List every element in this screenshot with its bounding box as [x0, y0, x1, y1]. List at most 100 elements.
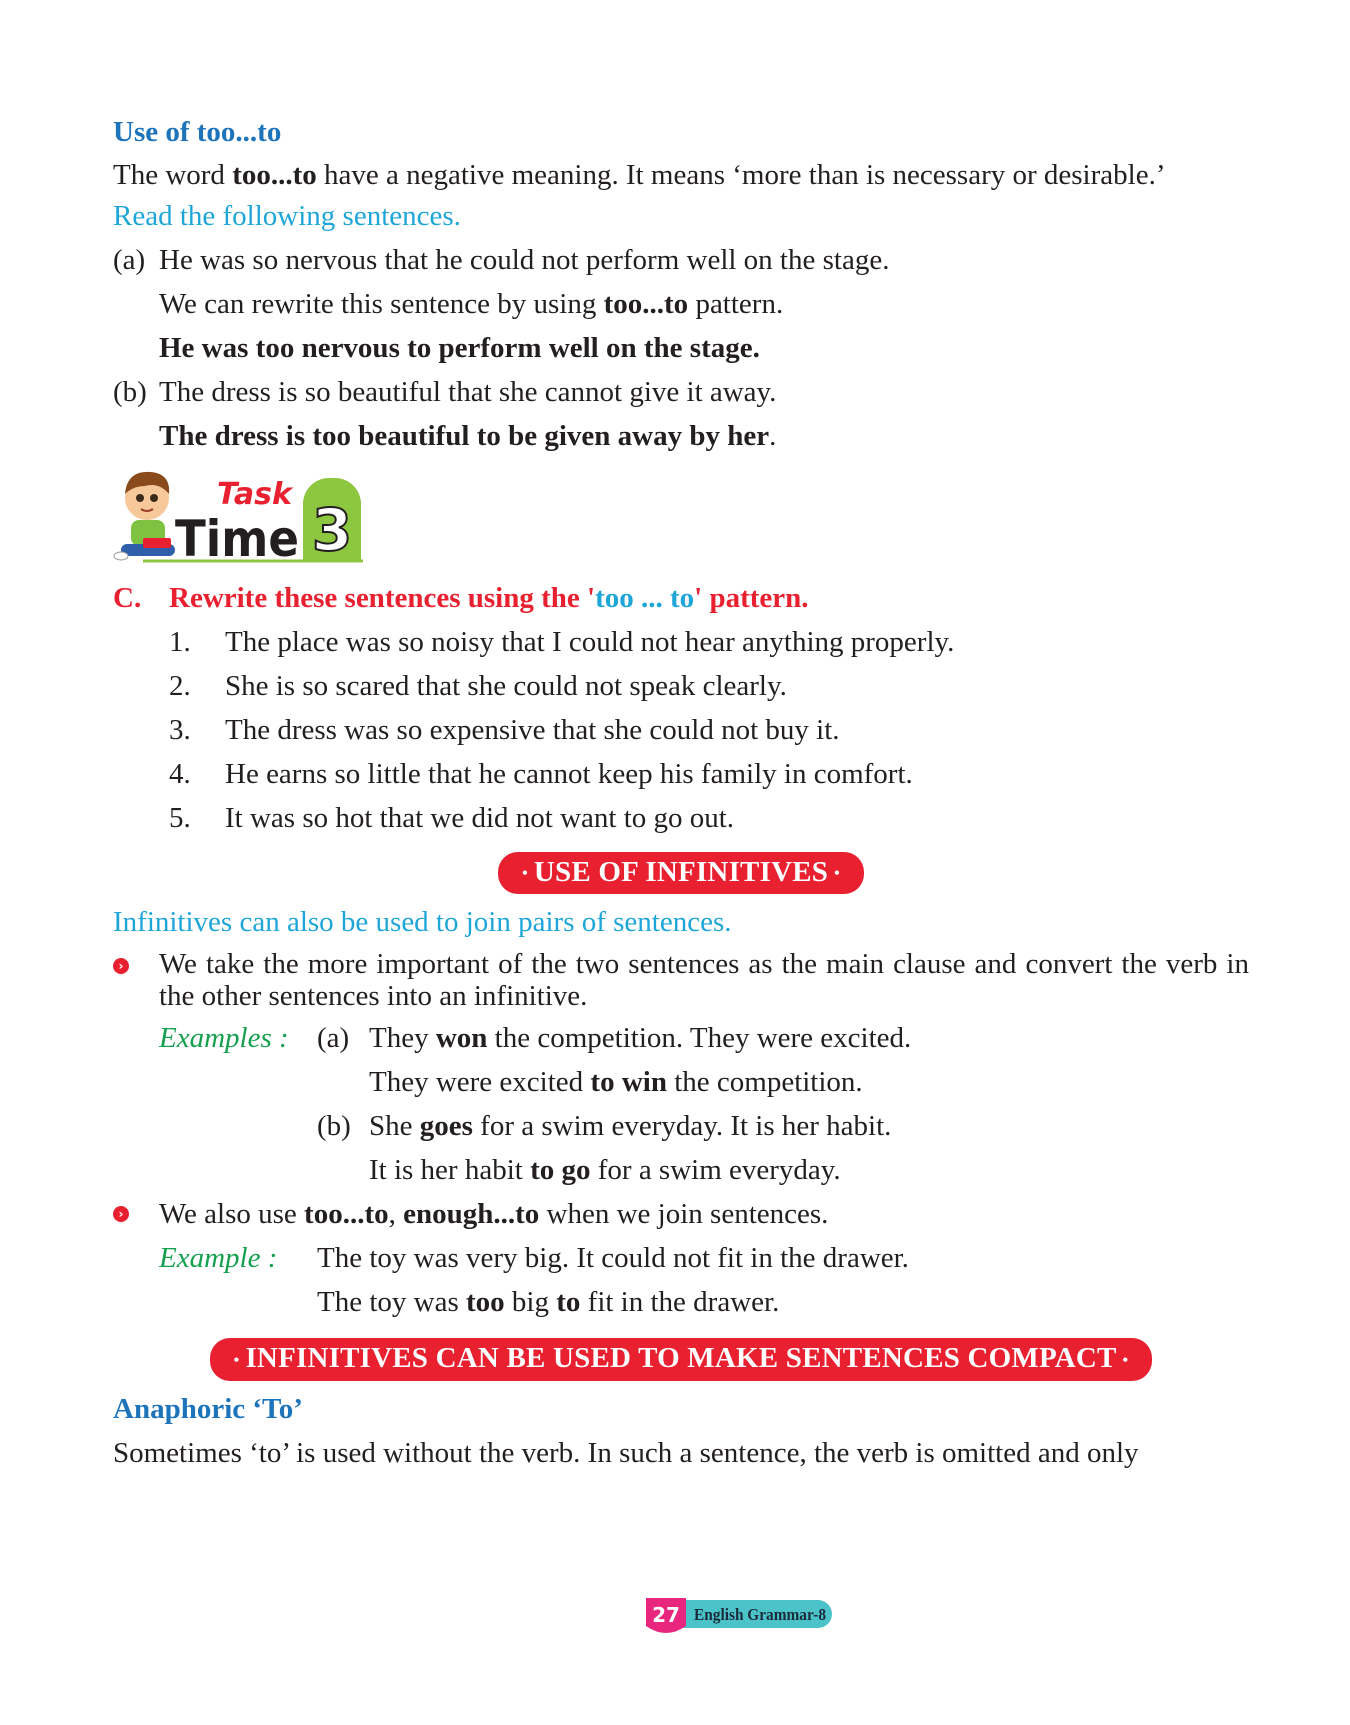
example-b-label: (b) [317, 1110, 351, 1143]
item-text: He earns so little that he cannot keep h… [225, 758, 913, 790]
infinitives-banner: • USE OF INFINITIVES • [113, 852, 1249, 895]
bullet-1-text: We take the more important of the two se… [159, 948, 1249, 1013]
bullet-arrow-icon: › [113, 948, 159, 1012]
ex-bold: to win [590, 1066, 667, 1099]
ex-text-rest: the competition. [666, 1066, 863, 1099]
rewrite-text: We can rewrite this sentence by using [159, 288, 604, 320]
ex-text: It is her habit [369, 1154, 531, 1187]
ex-bold: won [435, 1022, 488, 1055]
page-number: 27 [652, 1603, 680, 1627]
bullet-item-2: › We also use too...to, enough...to when… [113, 1192, 1249, 1236]
banner-text: INFINITIVES CAN BE USED TO MAKE SENTENCE… [245, 1342, 1117, 1375]
bullet-arrow-icon: › [113, 1192, 159, 1236]
page-footer: 27 English Grammar-8 [638, 1592, 838, 1636]
sentence-b: (b) The dress is so beautiful that she c… [113, 370, 1249, 414]
item-number: 4. [169, 758, 191, 790]
instruction-part-end: ' pattern. [694, 582, 809, 614]
bullet-2-bold: too...to [304, 1198, 389, 1231]
ex-text: They [369, 1022, 436, 1055]
item-number: 3. [169, 714, 191, 746]
instruction-pattern: too ... to [595, 582, 695, 614]
sentence-a: (a) He was so nervous that he could not … [113, 238, 1249, 282]
compact-banner: • INFINITIVES CAN BE USED TO MAKE SENTENC… [113, 1338, 1249, 1381]
item-number: 1. [169, 626, 191, 658]
list-item: 2. She is so scared that she could not sp… [169, 664, 1249, 708]
example-a-line2: They were excited to win the competition… [369, 1060, 1249, 1104]
list-item: 1. The place was so noisy that I could no… [169, 620, 1249, 664]
intro-paragraph: The word too...to have a negative meanin… [113, 158, 1249, 192]
example-label: Example : [159, 1242, 278, 1275]
ex-text-rest: for a swim everyday. [590, 1154, 841, 1187]
example-block: Example : The toy was very big. It could… [113, 1236, 1249, 1324]
task-word: Task [217, 477, 294, 512]
list-item: 5. It was so hot that we did not want to … [169, 796, 1249, 840]
ex-bold: to go [530, 1154, 591, 1187]
intro-text-rest: have a negative meaning. It means ‘more … [316, 159, 1166, 191]
task-number: 3 [312, 496, 352, 564]
sentence-a-result: He was too nervous to perform well on th… [113, 326, 1249, 370]
sentence-b-label: (b) [113, 376, 147, 408]
sentence-b-text: The dress is so beautiful that she canno… [159, 376, 777, 408]
exercise-instruction: C. Rewrite these sentences using the 'to… [113, 576, 1249, 620]
example-b-line2: It is her habit to go for a swim everyda… [369, 1148, 1249, 1192]
ex-text: She [369, 1110, 420, 1143]
sentence-b-result-text: The dress is too beautiful to be given a… [159, 420, 770, 452]
ex-text: big [504, 1286, 557, 1319]
item-text: She is so scared that she could not spea… [225, 670, 787, 702]
exercise-letter: C. [113, 582, 142, 614]
infinitives-subtitle: Infinitives can also be used to join pai… [113, 906, 732, 939]
example-b-line1: She goes for a swim everyday. It is her … [369, 1104, 1249, 1148]
list-item: 4. He earns so little that he cannot keep… [169, 752, 1249, 796]
example-a-line1: They won the competition. They were exci… [369, 1016, 1249, 1060]
sentence-a-result-text: He was too nervous to perform well on th… [159, 332, 760, 364]
ex-text-rest: the competition. They were excited. [487, 1022, 912, 1055]
sentence-a-rewrite: We can rewrite this sentence by using to… [113, 282, 1249, 326]
banner-pill: • USE OF INFINITIVES • [498, 852, 864, 895]
read-following-label: Read the following sentences. [113, 200, 461, 232]
instruction-part: Rewrite these sentences using the ' [169, 582, 596, 614]
footer-badge: 27 English Grammar-8 [646, 1598, 832, 1633]
intro-bold: too...to [232, 159, 317, 191]
banner-text: USE OF INFINITIVES [533, 856, 829, 888]
page-content: Use of too...to The word too...to have a… [113, 110, 1249, 1475]
sentence-b-result-end: . [769, 420, 777, 452]
banner-dot-icon: • [834, 865, 840, 883]
banner-dot-icon: • [233, 1351, 240, 1369]
bullet-item-1: › We take the more important of the two … [113, 948, 1249, 1012]
example-c-line2: The toy was too big to fit in the drawer… [317, 1280, 1249, 1324]
time-word: Time [175, 510, 299, 568]
book-title: English Grammar-8 [694, 1605, 826, 1624]
item-text: The dress was so expensive that she coul… [225, 714, 840, 746]
rewrite-bold: too...to [603, 288, 689, 320]
bullet-2-bold: enough...to [403, 1198, 540, 1231]
anaphoric-heading: Anaphoric ‘To’ [113, 1392, 303, 1425]
example-c-line1: The toy was very big. It could not fit i… [317, 1242, 909, 1275]
bullet-2-sep: , [388, 1198, 404, 1231]
examples-label: Examples : [159, 1022, 289, 1055]
ex-text-rest: for a swim everyday. It is her habit. [472, 1110, 892, 1143]
bullet-2-part-end: when we join sentences. [539, 1198, 829, 1231]
banner-dot-icon: • [522, 865, 528, 883]
item-number: 5. [169, 802, 191, 834]
anaphoric-text: Sometimes ‘to’ is used without the verb.… [113, 1436, 1139, 1469]
example-a-label: (a) [317, 1022, 350, 1055]
ex-text: The toy was [317, 1286, 466, 1319]
list-item: 3. The dress was so expensive that she co… [169, 708, 1249, 752]
exercise-list: 1. The place was so noisy that I could no… [113, 620, 1249, 840]
ex-bold: too [466, 1286, 505, 1319]
sentence-b-result: The dress is too beautiful to be given a… [113, 414, 1249, 458]
item-text: It was so hot that we did not want to go… [225, 802, 735, 834]
task-time-illustration: Task Time 3 [113, 471, 363, 568]
rewrite-text-rest: pattern. [688, 288, 784, 320]
ex-text-rest: fit in the drawer. [580, 1286, 780, 1319]
ex-bold: to [556, 1286, 581, 1319]
examples-block: Examples : (a) They won the competition.… [113, 1016, 1249, 1192]
boy-reading-icon [113, 471, 175, 561]
bullet-2-part: We also use [159, 1198, 305, 1231]
sentence-a-label: (a) [113, 244, 146, 276]
item-number: 2. [169, 670, 191, 702]
ex-bold: goes [419, 1110, 473, 1143]
exercise-instruction-text: Rewrite these sentences using the 'too .… [169, 576, 809, 620]
bullet-2-text: We also use too...to, enough...to when w… [159, 1192, 828, 1236]
ex-text: They were excited [369, 1066, 591, 1099]
